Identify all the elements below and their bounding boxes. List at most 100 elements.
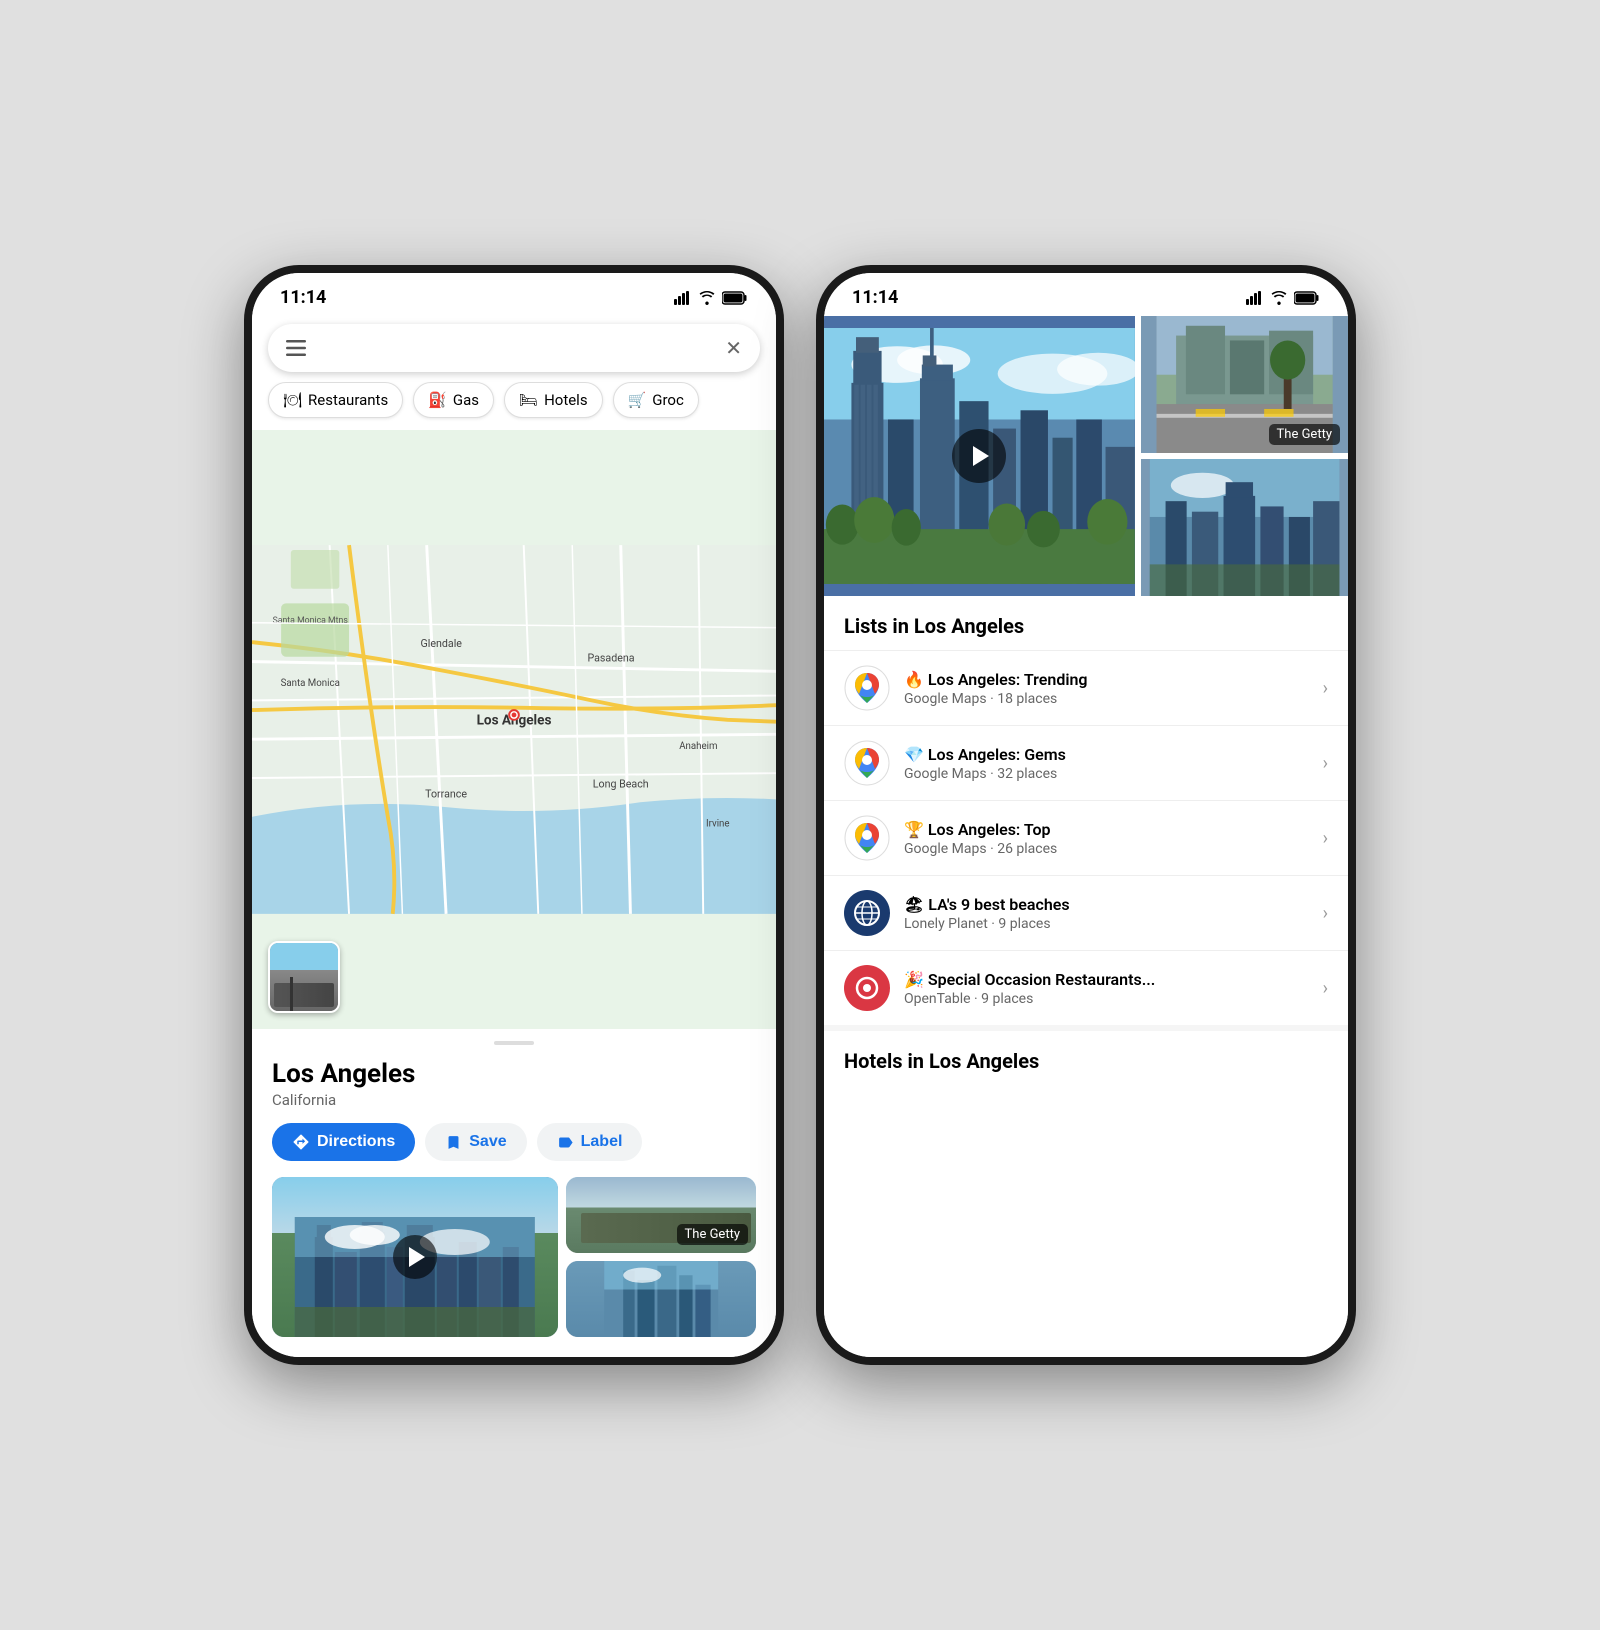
save-icon xyxy=(445,1134,462,1151)
svg-text:Pasadena: Pasadena xyxy=(587,652,634,665)
battery-icon-2 xyxy=(1294,291,1320,305)
hero-photos[interactable]: The Getty xyxy=(824,316,1348,596)
list-item-restaurants[interactable]: 🎉 Special Occasion Restaurants... OpenTa… xyxy=(824,950,1348,1025)
filter-chips: 🍽 Restaurants ⛽ Gas 🛏 Hotels 🛒 Groc xyxy=(252,382,776,430)
grocery-icon: 🛒 xyxy=(628,391,647,409)
getty-label-2: The Getty xyxy=(1269,424,1340,445)
beaches-emoji: 🏖 xyxy=(904,895,928,914)
restaurants-label: Restaurants xyxy=(308,391,388,409)
phone-1: 11:14 xyxy=(244,265,784,1365)
svg-text:Long Beach: Long Beach xyxy=(593,778,649,791)
lonely-planet-icon xyxy=(844,890,890,936)
filter-chip-restaurants[interactable]: 🍽 Restaurants xyxy=(268,382,403,418)
signal-icon-2 xyxy=(1246,291,1264,305)
photo-side: The Getty xyxy=(566,1177,756,1337)
photo-main[interactable] xyxy=(272,1177,558,1337)
phone1-content: Los Angeles ✕ 🍽 Restaurants ⛽ Gas 🛏 Hote… xyxy=(252,316,776,1357)
top-emoji: 🏆 xyxy=(904,820,928,839)
clear-button[interactable]: ✕ xyxy=(725,336,742,360)
label-button[interactable]: Label xyxy=(537,1123,643,1161)
signal-icon xyxy=(674,291,692,305)
wifi-icon xyxy=(698,291,716,305)
save-button[interactable]: Save xyxy=(425,1123,526,1161)
gmaps-pin-top xyxy=(844,815,890,861)
trending-subtitle: Google Maps · 18 places xyxy=(904,691,1309,707)
gmaps-pin-gems xyxy=(844,740,890,786)
gems-title: 💎 Los Angeles: Gems xyxy=(904,745,1309,764)
chevron-top: › xyxy=(1323,828,1328,849)
list-item-top[interactable]: 🏆 Los Angeles: Top Google Maps · 26 plac… xyxy=(824,800,1348,875)
special-emoji: 🎉 xyxy=(904,970,928,989)
scrollable-content[interactable]: Lists in Los Angeles � xyxy=(824,596,1348,1357)
chevron-trending: › xyxy=(1323,678,1328,699)
photo-thumb-1[interactable]: The Getty xyxy=(566,1177,756,1253)
svg-text:Glendale: Glendale xyxy=(421,637,463,650)
list-item-gems[interactable]: 💎 Los Angeles: Gems Google Maps · 32 pla… xyxy=(824,725,1348,800)
filter-chip-hotels[interactable]: 🛏 Hotels xyxy=(504,382,603,418)
battery-icon xyxy=(722,291,748,305)
filter-chip-gas[interactable]: ⛽ Gas xyxy=(413,382,494,418)
gas-label: Gas xyxy=(453,391,479,409)
action-buttons: Directions Save Label xyxy=(272,1123,756,1161)
status-bar-1: 11:14 xyxy=(252,273,776,316)
hero-main-photo[interactable] xyxy=(824,316,1135,596)
gems-emoji: 💎 xyxy=(904,745,928,764)
hero-thumb-1[interactable]: The Getty xyxy=(1141,316,1348,453)
hotels-icon: 🛏 xyxy=(519,391,538,409)
status-time-2: 11:14 xyxy=(852,287,898,308)
chevron-gems: › xyxy=(1323,753,1328,774)
gmaps-pin-trending xyxy=(844,665,890,711)
play-button-2[interactable] xyxy=(952,429,1006,483)
wifi-icon-2 xyxy=(1270,291,1288,305)
list-item-trending[interactable]: 🔥 Los Angeles: Trending Google Maps · 18… xyxy=(824,650,1348,725)
special-title: 🎉 Special Occasion Restaurants... xyxy=(904,970,1309,989)
search-bar-wrap: Los Angeles ✕ xyxy=(252,316,776,382)
status-icons-2 xyxy=(1246,291,1320,305)
save-label: Save xyxy=(469,1133,506,1151)
status-time-1: 11:14 xyxy=(280,287,326,308)
filter-chip-grocery[interactable]: 🛒 Groc xyxy=(613,382,699,418)
list-item-beaches[interactable]: 🏖 LA's 9 best beaches Lonely Planet · 9 … xyxy=(824,875,1348,950)
list-text-trending: 🔥 Los Angeles: Trending Google Maps · 18… xyxy=(904,670,1309,707)
place-subtitle: California xyxy=(272,1091,756,1109)
top-title: 🏆 Los Angeles: Top xyxy=(904,820,1309,839)
label-label: Label xyxy=(581,1133,623,1151)
chevron-special: › xyxy=(1323,978,1328,999)
play-button[interactable] xyxy=(393,1235,437,1279)
beaches-title: 🏖 LA's 9 best beaches xyxy=(904,895,1309,914)
phone2-content: The Getty xyxy=(824,316,1348,1357)
search-input[interactable]: Los Angeles xyxy=(316,338,715,359)
place-name: Los Angeles xyxy=(272,1059,756,1089)
directions-icon xyxy=(292,1133,310,1151)
svg-text:Anaheim: Anaheim xyxy=(679,741,717,752)
hamburger-icon xyxy=(286,340,306,356)
trending-emoji: 🔥 xyxy=(904,670,928,689)
chevron-beaches: › xyxy=(1323,903,1328,924)
photo-strip[interactable]: The Getty xyxy=(272,1177,756,1337)
special-subtitle: OpenTable · 9 places xyxy=(904,991,1309,1007)
status-icons-1 xyxy=(674,291,748,305)
street-view-thumbnail[interactable] xyxy=(268,941,340,1013)
hotels-title: Hotels in Los Angeles xyxy=(844,1049,1328,1073)
svg-text:Irvine: Irvine xyxy=(706,819,730,830)
getty-label: The Getty xyxy=(677,1224,748,1245)
hero-thumb-2[interactable] xyxy=(1141,459,1348,596)
list-text-gems: 💎 Los Angeles: Gems Google Maps · 32 pla… xyxy=(904,745,1309,782)
restaurants-icon: 🍽 xyxy=(283,391,302,409)
map-area[interactable]: Los Angeles Pasadena Glendale Torrance L… xyxy=(252,430,776,1029)
list-text-beaches: 🏖 LA's 9 best beaches Lonely Planet · 9 … xyxy=(904,895,1309,932)
beaches-subtitle: Lonely Planet · 9 places xyxy=(904,916,1309,932)
search-bar[interactable]: Los Angeles ✕ xyxy=(268,324,760,372)
hero-side-photos: The Getty xyxy=(1141,316,1348,596)
directions-button[interactable]: Directions xyxy=(272,1123,415,1161)
top-subtitle: Google Maps · 26 places xyxy=(904,841,1309,857)
label-icon xyxy=(557,1134,574,1151)
map-svg: Los Angeles Pasadena Glendale Torrance L… xyxy=(252,430,776,1029)
bottom-sheet: Los Angeles California Directions Save xyxy=(252,1029,776,1357)
photo-thumb-2[interactable] xyxy=(566,1261,756,1337)
status-bar-2: 11:14 xyxy=(824,273,1348,316)
hotels-label: Hotels xyxy=(544,391,588,409)
sheet-handle xyxy=(494,1041,534,1045)
trending-title: 🔥 Los Angeles: Trending xyxy=(904,670,1309,689)
gems-subtitle: Google Maps · 32 places xyxy=(904,766,1309,782)
